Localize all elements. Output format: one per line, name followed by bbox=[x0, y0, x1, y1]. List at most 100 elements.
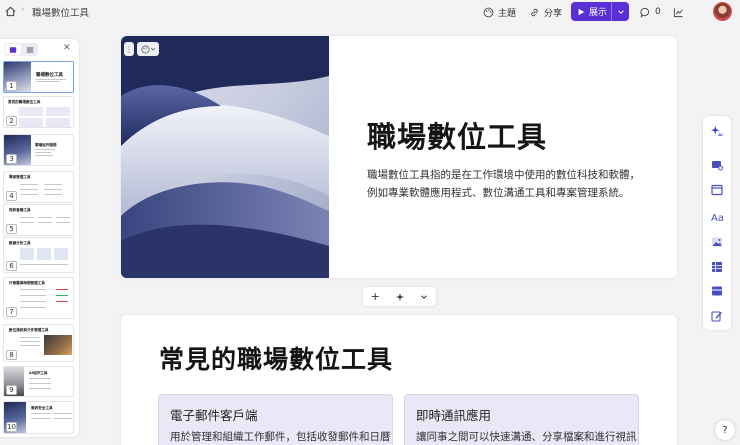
slide-thumbnail[interactable]: 專案管理工具 4 bbox=[3, 171, 74, 203]
slide-thumbnail[interactable]: 視訊會議工具 5 bbox=[3, 204, 74, 236]
comments-button[interactable]: 0 bbox=[640, 4, 661, 20]
image-toolbar: ⋮ bbox=[124, 42, 159, 56]
thumbnail-card bbox=[19, 107, 43, 116]
table-icon[interactable] bbox=[710, 260, 724, 274]
slide-thumbnail[interactable]: 雲端協作服務 3 bbox=[3, 134, 74, 166]
slide-number: 2 bbox=[6, 116, 17, 126]
list-view-icon bbox=[26, 47, 34, 52]
add-card-icon[interactable] bbox=[710, 158, 724, 172]
thumbnail-card bbox=[46, 107, 70, 116]
edit-icon[interactable] bbox=[710, 309, 724, 323]
thumbnail-title: 職場數位工具 bbox=[36, 73, 63, 78]
thumbnail-text-line bbox=[36, 79, 66, 80]
thumbnail-text-line bbox=[36, 81, 60, 82]
thumbnail-text-line bbox=[38, 222, 52, 223]
slide-thumbnail[interactable]: 數據分析工具 6 bbox=[3, 237, 74, 273]
slide-number: 3 bbox=[6, 154, 17, 164]
thumbnail-card bbox=[37, 248, 51, 260]
present-button[interactable]: 展示 bbox=[571, 2, 629, 21]
text-style-icon[interactable]: Aa bbox=[710, 210, 724, 224]
list-view-toggle[interactable] bbox=[22, 43, 38, 56]
thumbnail-title: AI協作工具 bbox=[29, 371, 48, 375]
slide-thumbnail[interactable]: 資訊安全工具 10 bbox=[3, 401, 74, 434]
image-icon[interactable] bbox=[710, 235, 724, 249]
chevron-down-icon[interactable] bbox=[420, 293, 428, 301]
thumbnail-text-line bbox=[20, 217, 34, 218]
drag-handle-icon[interactable]: ⋮ bbox=[124, 42, 134, 56]
thumbnail-text-line bbox=[20, 189, 38, 190]
comment-icon bbox=[640, 7, 650, 18]
slide-thumbnail[interactable]: 行事曆與時間管理工具 7 bbox=[3, 277, 74, 319]
view-toggle bbox=[4, 43, 38, 56]
thumbnail-text-line bbox=[20, 289, 46, 290]
thumbnail-text-line bbox=[20, 301, 46, 302]
slide-2-canvas[interactable]: 常見的職場數位工具 電子郵件客戶端 用於管理和組織工作郵件，包括收發郵件和日曆 … bbox=[121, 315, 677, 445]
ai-sparkle-icon[interactable] bbox=[395, 292, 405, 302]
svg-text:AI: AI bbox=[718, 132, 723, 137]
slide-hero-image[interactable] bbox=[121, 36, 329, 278]
thumbnail-text-line bbox=[56, 289, 68, 290]
slide-thumbnail[interactable]: 常見的職場數位工具 2 bbox=[3, 96, 74, 128]
thumbnail-text-line bbox=[20, 341, 40, 342]
add-slide-icon[interactable]: + bbox=[371, 290, 380, 303]
slide-number: 9 bbox=[6, 385, 17, 395]
close-icon[interactable]: ✕ bbox=[63, 43, 71, 53]
thumbnail-title: 專案管理工具 bbox=[9, 175, 31, 179]
thumbnail-text-line bbox=[35, 149, 55, 150]
thumbnail-card bbox=[20, 248, 34, 260]
slide-title[interactable]: 職場數位工具 bbox=[367, 114, 547, 156]
thumbnail-title: 雲端協作服務 bbox=[35, 143, 57, 147]
card-body: 讓同事之間可以快速溝通、分享檔案和進行視訊 bbox=[416, 431, 637, 443]
card-view-icon bbox=[9, 46, 17, 53]
thumbnail-text-line bbox=[20, 184, 38, 185]
theme-button[interactable]: 主題 bbox=[483, 4, 516, 20]
layout-icon[interactable] bbox=[710, 183, 724, 197]
slide-number: 6 bbox=[6, 261, 17, 271]
add-slide-toolbar: + bbox=[363, 287, 436, 306]
abstract-wave-image bbox=[121, 36, 329, 278]
thumbnail-card bbox=[19, 118, 43, 127]
thumbnail-image bbox=[44, 335, 72, 355]
thumbnail-card bbox=[46, 118, 70, 127]
embed-icon[interactable] bbox=[710, 284, 724, 298]
slide-thumbnail[interactable]: 數位通訊與文件管理工具 8 bbox=[3, 324, 74, 362]
help-button[interactable]: ? bbox=[715, 420, 735, 440]
home-icon[interactable] bbox=[5, 6, 16, 17]
chart-icon bbox=[673, 7, 683, 17]
slide-2-title[interactable]: 常見的職場數位工具 bbox=[159, 340, 393, 376]
thumbnail-title: 常見的職場數位工具 bbox=[8, 100, 41, 104]
present-options-button[interactable] bbox=[612, 8, 629, 16]
thumbnail-text-line bbox=[56, 217, 70, 218]
slide-number: 1 bbox=[6, 81, 17, 91]
thumbnail-text-line bbox=[56, 222, 70, 223]
slide-number: 10 bbox=[6, 422, 17, 432]
palette-icon bbox=[483, 7, 494, 17]
chevron-down-icon bbox=[150, 47, 155, 51]
slide-description[interactable]: 職場數位工具指的是在工作環境中使用的數位科技和軟體，例如專業軟體應用程式、數位溝… bbox=[367, 166, 642, 202]
ai-assistant-icon[interactable]: AI bbox=[710, 124, 724, 138]
slide-thumbnail[interactable]: AI協作工具 9 bbox=[3, 366, 74, 397]
card-title: 即時通訊應用 bbox=[416, 408, 492, 423]
card-view-toggle[interactable] bbox=[5, 44, 21, 55]
link-icon bbox=[531, 8, 538, 16]
thumbnail-title: 視訊會議工具 bbox=[9, 208, 31, 212]
thumbnail-text-line bbox=[20, 295, 46, 296]
thumbnail-text-line bbox=[31, 418, 51, 419]
palette-icon bbox=[141, 45, 149, 53]
image-style-button[interactable] bbox=[137, 42, 159, 56]
chevron-down-icon bbox=[617, 9, 624, 14]
content-card[interactable]: 即時通訊應用 讓同事之間可以快速溝通、分享檔案和進行視訊 bbox=[404, 394, 639, 445]
slide-1-canvas[interactable]: 職場數位工具 職場數位工具指的是在工作環境中使用的數位科技和軟體，例如專業軟體應… bbox=[121, 36, 677, 278]
share-button[interactable]: 分享 bbox=[529, 4, 562, 20]
analytics-button[interactable] bbox=[673, 4, 684, 20]
content-card[interactable]: 電子郵件客戶端 用於管理和組織工作郵件，包括收發郵件和日曆 bbox=[158, 394, 393, 445]
present-main[interactable]: 展示 bbox=[571, 5, 611, 18]
thumbnail-text-line bbox=[20, 345, 40, 346]
slide-thumbnail[interactable]: 職場數位工具 1 bbox=[3, 61, 74, 93]
avatar[interactable] bbox=[713, 2, 732, 21]
share-label: 分享 bbox=[544, 8, 563, 19]
document-title[interactable]: 職場數位工具 bbox=[32, 5, 89, 19]
thumbnail-text-line bbox=[35, 155, 53, 156]
thumbnail-text-line bbox=[35, 152, 51, 153]
thumbnail-title: 數位通訊與文件管理工具 bbox=[9, 328, 49, 332]
